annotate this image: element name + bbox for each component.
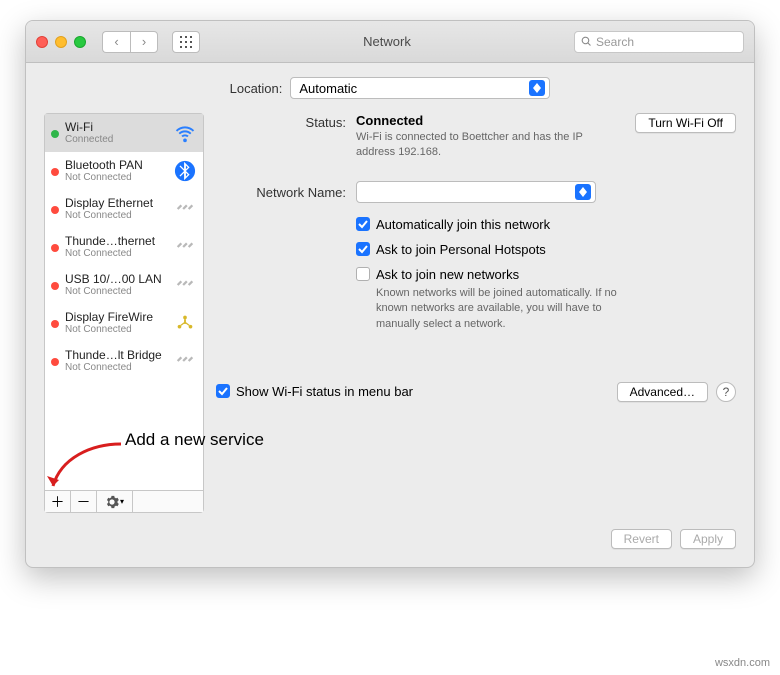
status-dot-icon: [51, 130, 59, 138]
chain-icon: [173, 197, 197, 221]
auto-join-label: Automatically join this network: [376, 217, 550, 232]
watermark: wsxdn.com: [715, 657, 770, 669]
location-value: Automatic: [299, 81, 357, 96]
forward-button[interactable]: ›: [130, 31, 158, 53]
service-status: Not Connected: [65, 286, 167, 297]
status-subtext: Wi-Fi is connected to Boettcher and has …: [356, 130, 616, 161]
service-status: Not Connected: [65, 172, 167, 183]
detail-panel: Turn Wi-Fi Off Status: Connected Wi-Fi i…: [216, 113, 736, 513]
chain-icon: [173, 273, 197, 297]
service-name: Bluetooth PAN: [65, 158, 167, 172]
service-name: Display Ethernet: [65, 196, 167, 210]
window-title: Network: [208, 34, 566, 49]
nav-buttons: ‹ ›: [102, 31, 158, 53]
sidebar-item-display-ethernet[interactable]: Display Ethernet Not Connected: [45, 190, 203, 228]
network-name-label: Network Name:: [216, 183, 346, 200]
chain-icon: [173, 235, 197, 259]
bottom-row: Show Wi-Fi status in menu bar Advanced… …: [216, 382, 736, 402]
apply-button[interactable]: Apply: [680, 529, 736, 549]
wifi-icon: [173, 121, 197, 145]
sidebar-item-thunde-thernet[interactable]: Thunde…thernet Not Connected: [45, 228, 203, 266]
main-content: Wi-Fi Connected Bluetooth PAN Not Connec…: [44, 113, 736, 513]
location-popup[interactable]: Automatic: [290, 77, 550, 99]
service-status: Not Connected: [65, 210, 167, 221]
window-body: Location: Automatic Wi-Fi Connected Blue…: [26, 63, 754, 567]
status-dot-icon: [51, 168, 59, 176]
titlebar: ‹ › Network Search: [26, 21, 754, 63]
status-dot-icon: [51, 358, 59, 366]
service-status: Not Connected: [65, 324, 167, 335]
status-dot-icon: [51, 206, 59, 214]
service-name: Thunde…lt Bridge: [65, 348, 167, 362]
service-name: Thunde…thernet: [65, 234, 167, 248]
service-status: Connected: [65, 134, 167, 145]
bluetooth-icon: [173, 159, 197, 183]
revert-button[interactable]: Revert: [611, 529, 672, 549]
service-name: USB 10/…00 LAN: [65, 272, 167, 286]
search-icon: [581, 36, 592, 47]
service-name: Wi-Fi: [65, 120, 167, 134]
chevron-updown-icon: [529, 80, 545, 96]
status-dot-icon: [51, 320, 59, 328]
sidebar-item-bluetooth-pan[interactable]: Bluetooth PAN Not Connected: [45, 152, 203, 190]
location-label: Location:: [230, 81, 283, 96]
sidebar-item-wi-fi[interactable]: Wi-Fi Connected: [45, 114, 203, 152]
sidebar-item-display-firewire[interactable]: Display FireWire Not Connected: [45, 304, 203, 342]
network-prefs-window: ‹ › Network Search Location: Automatic: [25, 20, 755, 568]
status-dot-icon: [51, 244, 59, 252]
back-button[interactable]: ‹: [102, 31, 130, 53]
service-status: Not Connected: [65, 248, 167, 259]
service-status: Not Connected: [65, 362, 167, 373]
help-button[interactable]: ?: [716, 382, 736, 402]
network-name-popup[interactable]: [356, 181, 596, 203]
advanced-button[interactable]: Advanced…: [617, 382, 708, 402]
sidebar-item-usb-10-00-lan[interactable]: USB 10/…00 LAN Not Connected: [45, 266, 203, 304]
ask-new-label: Ask to join new networks: [376, 267, 519, 282]
show-menubar-checkbox[interactable]: [216, 384, 230, 398]
search-placeholder: Search: [596, 35, 634, 49]
auto-join-checkbox[interactable]: [356, 217, 370, 231]
ask-new-help: Known networks will be joined automatica…: [376, 286, 636, 332]
ask-hotspot-label: Ask to join Personal Hotspots: [376, 242, 546, 257]
location-row: Location: Automatic: [44, 77, 736, 99]
status-label: Status:: [216, 113, 346, 161]
search-input[interactable]: Search: [574, 31, 744, 53]
show-all-button[interactable]: [172, 31, 200, 53]
minimize-window-button[interactable]: [55, 36, 67, 48]
annotation-arrow: [41, 438, 131, 498]
ask-hotspot-checkbox[interactable]: [356, 242, 370, 256]
zoom-window-button[interactable]: [74, 36, 86, 48]
service-sidebar: Wi-Fi Connected Bluetooth PAN Not Connec…: [44, 113, 204, 513]
firewire-icon: [173, 311, 197, 335]
action-buttons: Revert Apply: [44, 529, 736, 549]
chevron-down-icon: ▾: [120, 497, 124, 506]
close-window-button[interactable]: [36, 36, 48, 48]
window-controls: [36, 36, 86, 48]
service-name: Display FireWire: [65, 310, 167, 324]
sidebar-item-thunde-lt-bridge[interactable]: Thunde…lt Bridge Not Connected: [45, 342, 203, 380]
status-dot-icon: [51, 282, 59, 290]
wifi-options: Automatically join this network Ask to j…: [356, 217, 736, 332]
show-menubar-label: Show Wi-Fi status in menu bar: [236, 384, 413, 399]
turn-wifi-off-button[interactable]: Turn Wi-Fi Off: [635, 113, 736, 133]
ask-new-checkbox[interactable]: [356, 267, 370, 281]
chain-icon: [173, 349, 197, 373]
chevron-updown-icon: [575, 184, 591, 200]
